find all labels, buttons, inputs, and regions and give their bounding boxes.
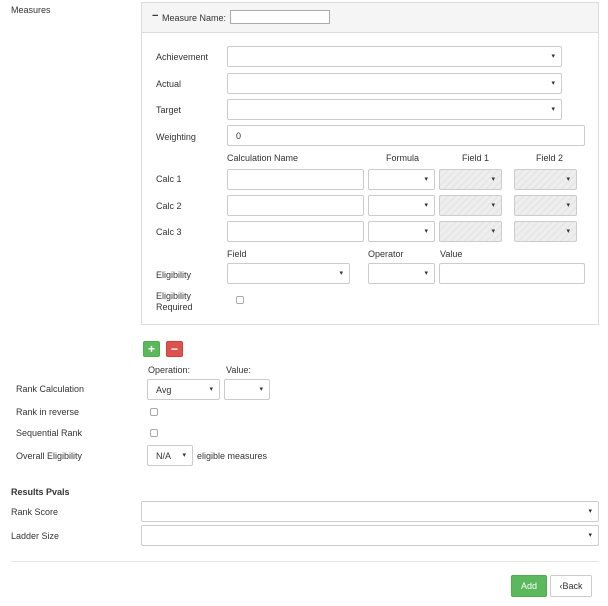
eligibility-value-input[interactable] [439,263,585,284]
rank-score-label: Rank Score [11,507,59,517]
rank-in-reverse-checkbox[interactable] [150,408,158,416]
chevron-down-icon: ▾ [491,176,495,183]
measure-panel: − Measure Name: Achievement ▾ Actual ▾ T… [141,2,599,325]
chevron-down-icon: ▾ [182,452,186,459]
rank-in-reverse-label: Rank in reverse [16,407,80,417]
formula-header: Formula [386,153,420,163]
sequential-rank-checkbox[interactable] [150,429,158,437]
calc1-formula-select[interactable]: ▾ [368,169,435,190]
eligibility-operator-select[interactable]: ▾ [368,263,435,284]
field1-header: Field 1 [462,153,490,163]
calc3-formula-select[interactable]: ▾ [368,221,435,242]
eligibility-field-select[interactable]: ▾ [227,263,350,284]
footer-divider [11,561,599,562]
chevron-down-icon: ▾ [424,176,428,183]
chevron-down-icon: ▾ [339,270,343,277]
chevron-down-icon: ▾ [491,228,495,235]
field2-header: Field 2 [536,153,564,163]
chevron-down-icon: ▾ [566,202,570,209]
calc2-name-input[interactable] [227,195,364,216]
target-label: Target [156,105,182,115]
value-header: Value: [226,365,251,375]
chevron-down-icon: ▾ [588,532,592,539]
chevron-down-icon: ▾ [551,106,555,113]
chevron-down-icon: ▾ [424,228,428,235]
calc1-name-input[interactable] [227,169,364,190]
achievement-select[interactable]: ▾ [227,46,562,67]
eligibility-value-header: Value [440,249,463,259]
eligibility-operator-header: Operator [368,249,404,259]
actual-label: Actual [156,79,182,89]
chevron-down-icon: ▾ [588,508,592,515]
add-button[interactable]: Add [511,575,547,597]
calc2-label: Calc 2 [156,201,182,211]
rank-score-select[interactable]: ▾ [141,501,599,522]
measure-name-label: Measure Name: [162,13,227,23]
calc2-field1-select[interactable]: ▾ [439,195,502,216]
actual-select[interactable]: ▾ [227,73,562,94]
weighting-label: Weighting [156,132,196,142]
results-pvals-header: Results Pvals [11,487,70,497]
rank-operation-select[interactable]: Avg ▾ [147,379,220,400]
weighting-input[interactable]: 0 [227,125,585,146]
ladder-size-select[interactable]: ▾ [141,525,599,546]
chevron-down-icon: ▾ [424,202,428,209]
calc3-field1-select[interactable]: ▾ [439,221,502,242]
chevron-down-icon: ▾ [566,228,570,235]
calc3-label: Calc 3 [156,227,182,237]
chevron-down-icon: ▾ [551,53,555,60]
target-select[interactable]: ▾ [227,99,562,120]
chevron-down-icon: ▾ [551,80,555,87]
overall-eligibility-select[interactable]: N/A ▾ [147,445,193,466]
ladder-size-label: Ladder Size [11,531,60,541]
measures-label: Measures [11,5,51,15]
calc2-formula-select[interactable]: ▾ [368,195,435,216]
chevron-down-icon: ▾ [491,202,495,209]
eligibility-required-label-line2: Required [156,302,193,312]
collapse-icon[interactable]: − [152,11,158,22]
eligibility-field-header: Field [227,249,247,259]
chevron-down-icon: ▾ [209,386,213,393]
measure-panel-header: − Measure Name: [142,3,598,33]
calc1-field1-select[interactable]: ▾ [439,169,502,190]
back-button[interactable]: ‹Back [550,575,592,597]
overall-eligibility-label: Overall Eligibility [16,451,83,461]
eligible-measures-label: eligible measures [197,451,268,461]
back-label: Back [562,581,583,591]
chevron-down-icon: ▾ [259,386,263,393]
achievement-label: Achievement [156,52,209,62]
sequential-rank-label: Sequential Rank [16,428,83,438]
calc1-field2-select[interactable]: ▾ [514,169,577,190]
eligibility-label: Eligibility [156,270,192,280]
calc2-field2-select[interactable]: ▾ [514,195,577,216]
chevron-down-icon: ▾ [566,176,570,183]
calc1-label: Calc 1 [156,174,182,184]
eligibility-required-label-line1: Eligibility [156,291,192,301]
chevron-down-icon: ▾ [424,270,428,277]
rank-calculation-label: Rank Calculation [16,384,85,394]
operation-header: Operation: [148,365,191,375]
calc3-field2-select[interactable]: ▾ [514,221,577,242]
remove-measure-button[interactable]: − [166,341,183,357]
measure-name-input[interactable] [230,10,330,24]
rank-value-select[interactable]: ▾ [224,379,270,400]
eligibility-required-checkbox[interactable] [236,296,244,304]
calculation-name-header: Calculation Name [227,153,299,163]
calc3-name-input[interactable] [227,221,364,242]
add-measure-button[interactable]: + [143,341,160,357]
